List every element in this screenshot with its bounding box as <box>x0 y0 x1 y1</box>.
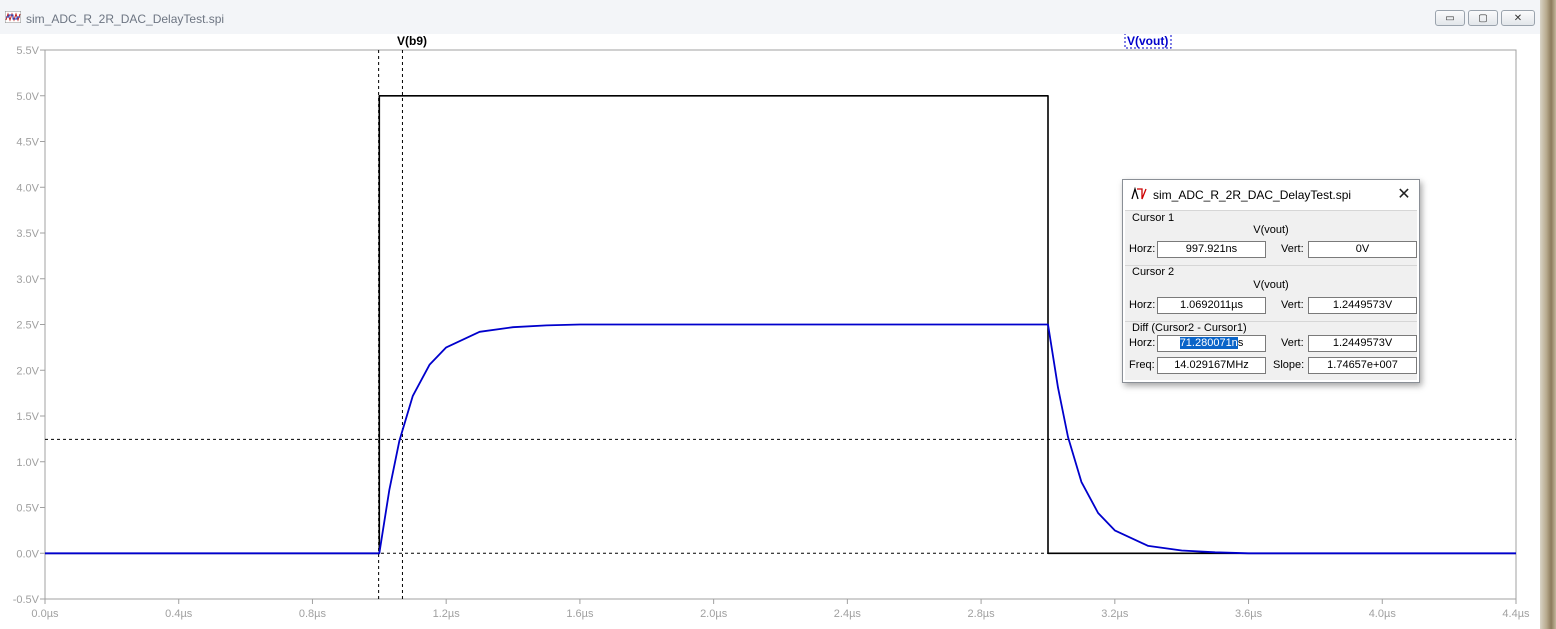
x-tick-label: 2.8µs <box>968 608 996 620</box>
x-tick-label: 1.6µs <box>566 608 594 620</box>
cursor-dialog[interactable]: sim_ADC_R_2R_DAC_DelayTest.spi ✕ Cursor … <box>1122 179 1420 383</box>
window-titlebar: sim_ADC_R_2R_DAC_DelayTest.spi ▭ ▢ ✕ <box>0 0 1540 35</box>
y-tick-label: 4.0V <box>16 182 39 194</box>
diff-horz-label: Horz: <box>1129 337 1156 349</box>
x-tick-label: 2.4µs <box>834 608 862 620</box>
minimize-icon: ▭ <box>1445 12 1455 24</box>
freq-field[interactable]: 14.029167MHz <box>1157 357 1266 374</box>
x-tick-label: 0.0µs <box>31 608 59 620</box>
cursor1-group: Cursor 1 V(vout) Horz: 997.921ns Vert: 0… <box>1125 210 1417 265</box>
y-tick-label: 5.5V <box>16 45 39 57</box>
cursor1-vert-label: Vert: <box>1281 243 1304 255</box>
close-window-button[interactable]: ✕ <box>1501 10 1535 26</box>
y-tick-label: 0.0V <box>16 548 39 560</box>
y-tick-label: -0.5V <box>13 594 40 606</box>
y-tick-label: 1.0V <box>16 457 39 469</box>
dialog-close-icon[interactable]: ✕ <box>1395 185 1413 203</box>
diff-horz-selected-text: 71.280071n <box>1179 337 1238 349</box>
maximize-icon: ▢ <box>1478 12 1488 24</box>
diff-vert-field[interactable]: 1.2449573V <box>1308 335 1417 352</box>
diff-horz-unit: s <box>1237 337 1244 349</box>
cursor1-horz-field[interactable]: 997.921ns <box>1157 241 1266 258</box>
trace-label-vb9: V(b9) <box>397 34 427 48</box>
x-tick-label: 0.8µs <box>299 608 327 620</box>
y-tick-label: 0.5V <box>16 503 39 515</box>
slope-field[interactable]: 1.74657e+007 <box>1308 357 1417 374</box>
cursor2-group: Cursor 2 V(vout) Horz: 1.0692011µs Vert:… <box>1125 265 1417 322</box>
diff-horz-field[interactable]: 71.280071ns <box>1157 335 1266 352</box>
trace-label-vvout: V(vout) <box>1127 34 1168 48</box>
cursor2-label: Cursor 2 <box>1132 266 1175 278</box>
waveform-app-icon <box>5 11 21 23</box>
cursor1-vert-field[interactable]: 0V <box>1308 241 1417 258</box>
x-tick-label: 4.4µs <box>1502 608 1530 620</box>
minimize-button[interactable]: ▭ <box>1435 10 1465 26</box>
x-tick-label: 4.0µs <box>1369 608 1397 620</box>
y-tick-label: 4.5V <box>16 137 39 149</box>
desktop-edge <box>1540 0 1556 629</box>
y-tick-label: 2.0V <box>16 365 39 377</box>
x-tick-label: 3.6µs <box>1235 608 1263 620</box>
cursor2-horz-field[interactable]: 1.0692011µs <box>1157 297 1266 314</box>
window-title: sim_ADC_R_2R_DAC_DelayTest.spi <box>26 12 225 26</box>
cursor2-vert-field[interactable]: 1.2449573V <box>1308 297 1417 314</box>
slope-label: Slope: <box>1273 359 1305 371</box>
cursor-dialog-body: Cursor 1 V(vout) Horz: 997.921ns Vert: 0… <box>1125 210 1417 380</box>
y-tick-label: 1.5V <box>16 411 39 423</box>
cursor-dialog-title: sim_ADC_R_2R_DAC_DelayTest.spi <box>1153 188 1352 202</box>
y-tick-label: 3.0V <box>16 274 39 286</box>
diff-vert-label: Vert: <box>1281 337 1304 349</box>
cursor1-horz-label: Horz: <box>1129 243 1156 255</box>
cursor-dialog-titlebar[interactable]: sim_ADC_R_2R_DAC_DelayTest.spi ✕ <box>1123 180 1417 210</box>
x-tick-label: 0.4µs <box>165 608 193 620</box>
x-tick-label: 3.2µs <box>1101 608 1129 620</box>
cursor2-trace: V(vout) <box>1253 279 1289 291</box>
cursor2-horz-label: Horz: <box>1129 299 1156 311</box>
y-tick-label: 2.5V <box>16 320 39 332</box>
diff-group: Diff (Cursor2 - Cursor1) Horz: 71.280071… <box>1125 321 1417 380</box>
cursor1-label: Cursor 1 <box>1132 212 1175 224</box>
maximize-button[interactable]: ▢ <box>1468 10 1498 26</box>
cursor2-vert-label: Vert: <box>1281 299 1304 311</box>
x-tick-label: 1.2µs <box>433 608 461 620</box>
y-tick-label: 5.0V <box>16 91 39 103</box>
cursor1-trace: V(vout) <box>1253 224 1289 236</box>
freq-label: Freq: <box>1129 359 1155 371</box>
y-tick-label: 3.5V <box>16 228 39 240</box>
diff-label: Diff (Cursor2 - Cursor1) <box>1132 322 1247 334</box>
ltspice-icon <box>1131 187 1147 200</box>
x-tick-label: 2.0µs <box>700 608 728 620</box>
close-icon: ✕ <box>1513 12 1523 24</box>
